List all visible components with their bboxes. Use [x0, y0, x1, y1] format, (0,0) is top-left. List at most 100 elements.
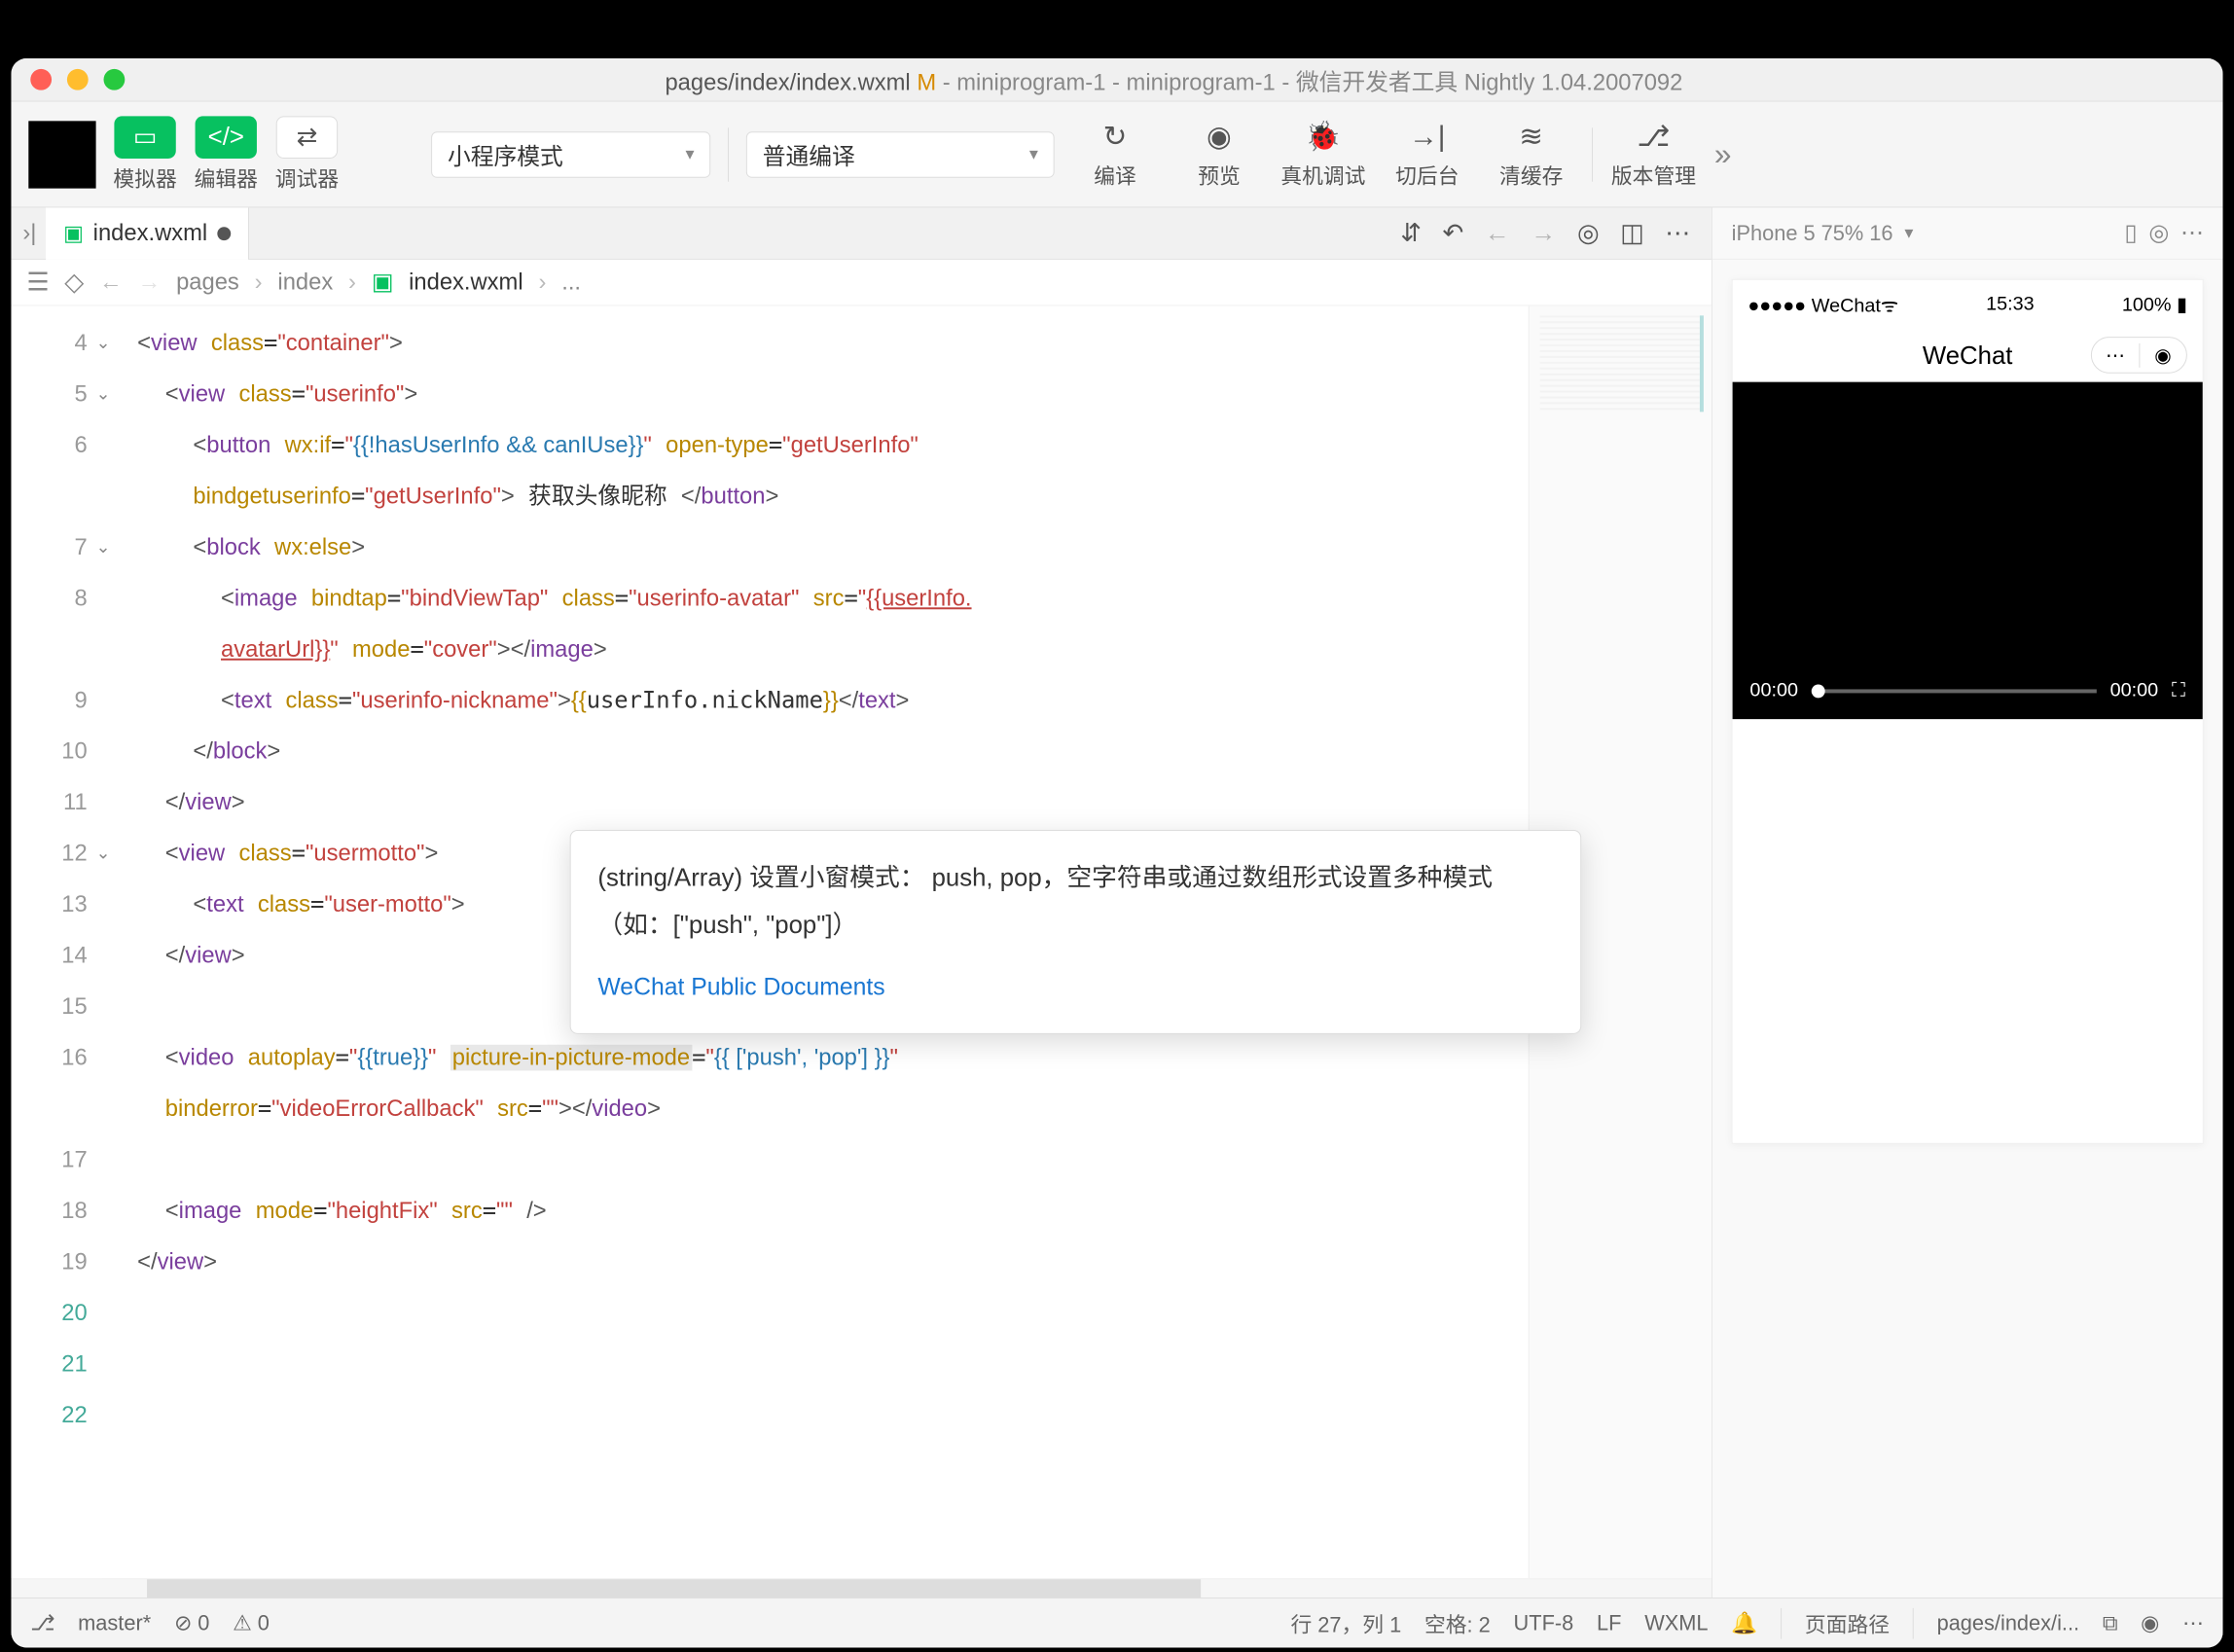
simulator-header: iPhone 5 75% 16 ▾ ▯ ◎ ⋯: [1712, 207, 2223, 259]
indent-setting[interactable]: 空格: 2: [1424, 1607, 1491, 1638]
device-select[interactable]: iPhone 5 75% 16: [1732, 221, 1893, 246]
bookmark-icon[interactable]: ◇: [64, 268, 84, 298]
fold-icon[interactable]: ⌄: [96, 317, 111, 368]
fullscreen-icon[interactable]: ⛶: [2172, 680, 2185, 702]
debugger-button[interactable]: ⇄ 调试器: [275, 116, 339, 193]
preview-button[interactable]: ◉ 预览: [1175, 119, 1262, 190]
simulator-label: 模拟器: [113, 162, 176, 193]
close-icon[interactable]: [30, 69, 52, 90]
battery-icon: ▮: [2177, 294, 2187, 315]
revert-icon[interactable]: ↶: [1443, 218, 1464, 248]
compile-select-value: 普通编译: [763, 137, 855, 171]
eol[interactable]: LF: [1597, 1610, 1621, 1635]
git-branch[interactable]: master*: [78, 1610, 151, 1635]
phone-icon: ▭: [114, 116, 175, 159]
capsule-menu-icon[interactable]: ⋯: [2092, 343, 2139, 368]
video-seek-track[interactable]: [1812, 689, 2097, 693]
crumb-index[interactable]: index: [277, 269, 333, 296]
clear-cache-button[interactable]: ≋ 清缓存: [1488, 119, 1574, 190]
bell-icon[interactable]: 🔔: [1731, 1610, 1757, 1635]
scrollbar-thumb[interactable]: [147, 1579, 1201, 1598]
more-icon[interactable]: ⋯: [1665, 218, 1690, 248]
crumb-pages[interactable]: pages: [176, 269, 239, 296]
mode-select[interactable]: 小程序模式 ▾: [431, 131, 710, 178]
crumb-more[interactable]: ...: [561, 269, 581, 296]
forward-icon[interactable]: →: [1531, 218, 1556, 248]
separator: [1781, 1607, 1782, 1638]
forward-arrow-icon[interactable]: →: [137, 269, 161, 296]
tooltip-body: (string/Array) 设置小窗模式： push, pop，空字符串或通过…: [597, 854, 1553, 950]
window-title: pages/index/index.wxml M - miniprogram-1…: [144, 62, 2204, 96]
more-icon[interactable]: ⋯: [2182, 1610, 2204, 1635]
copy-icon[interactable]: ⧉: [2103, 1610, 2118, 1635]
warnings-indicator[interactable]: ⚠ 0: [233, 1610, 270, 1635]
simulator-panel: iPhone 5 75% 16 ▾ ▯ ◎ ⋯ ●●●●● WeChatᯤ 15…: [1712, 207, 2223, 1598]
more-icon[interactable]: ⋯: [2180, 219, 2204, 247]
video-player[interactable]: 00:00 00:00 ⛶: [1733, 382, 2203, 720]
video-time-total: 00:00: [2110, 680, 2159, 702]
file-icon: ▣: [63, 221, 84, 246]
compare-icon[interactable]: ⇵: [1400, 218, 1422, 248]
eye-icon: ◉: [1207, 119, 1232, 156]
capsule: ⋯ ◉: [2091, 337, 2187, 374]
version-button[interactable]: ⎇ 版本管理: [1610, 119, 1697, 190]
seek-handle[interactable]: [1812, 684, 1825, 698]
capsule-close-icon[interactable]: ◉: [2139, 343, 2186, 368]
branch-icon[interactable]: ⎇: [30, 1610, 54, 1635]
maximize-icon[interactable]: [104, 69, 126, 90]
language-mode[interactable]: WXML: [1644, 1610, 1708, 1635]
encoding[interactable]: UTF-8: [1514, 1610, 1574, 1635]
tooltip-doc-link[interactable]: WeChat Public Documents: [597, 964, 1553, 1010]
device-debug-label: 真机调试: [1280, 159, 1365, 190]
device-debug-button[interactable]: 🐞 真机调试: [1279, 119, 1366, 190]
target-icon[interactable]: ◎: [2148, 219, 2169, 247]
code-editor[interactable]: 4⌄ 5⌄ 6 7⌄ 8 9 10 11 12⌄ 13 14 15 16: [11, 305, 1711, 1578]
page-path[interactable]: pages/index/i...: [1937, 1610, 2080, 1635]
errors-indicator[interactable]: ⊘ 0: [174, 1610, 209, 1635]
editor-label: 编辑器: [195, 162, 258, 193]
horizontal-scrollbar[interactable]: [11, 1578, 1711, 1598]
compile-button[interactable]: ↻ 编译: [1072, 119, 1159, 190]
code-icon: </>: [196, 116, 257, 159]
more-icon[interactable]: »: [1714, 136, 1732, 172]
tab-index-wxml[interactable]: ▣ index.wxml: [46, 207, 248, 259]
crumb-file[interactable]: index.wxml: [409, 269, 523, 296]
mode-select-value: 小程序模式: [448, 137, 563, 171]
device-icon[interactable]: ▯: [2124, 219, 2137, 247]
separator: [1913, 1607, 1914, 1638]
title-project2: miniprogram-1: [1127, 69, 1276, 95]
back-icon[interactable]: ←: [1485, 218, 1510, 248]
sidebar-toggle-icon[interactable]: ›|: [22, 220, 36, 247]
fold-icon[interactable]: ⌄: [96, 828, 111, 879]
eye-icon[interactable]: ◉: [2141, 1610, 2159, 1635]
app-icon: [28, 121, 95, 188]
exit-icon: →|: [1409, 119, 1445, 156]
split-icon[interactable]: ◫: [1620, 218, 1643, 248]
debugger-label: 调试器: [275, 162, 339, 193]
fold-icon[interactable]: ⌄: [96, 369, 111, 419]
compass-icon[interactable]: ◎: [1577, 218, 1599, 248]
separator: [728, 127, 729, 181]
back-arrow-icon[interactable]: ←: [99, 269, 123, 296]
title-project: miniprogram-1: [956, 69, 1105, 95]
chevron-down-icon: ▾: [685, 144, 694, 164]
status-time: 15:33: [1986, 293, 2035, 315]
minimize-icon[interactable]: [67, 69, 89, 90]
nav-bar: WeChat ⋯ ◉: [1733, 328, 2203, 381]
editor-button[interactable]: </> 编辑器: [195, 116, 258, 193]
bug-icon: 🐞: [1305, 119, 1341, 156]
cursor-position[interactable]: 行 27，列 1: [1290, 1607, 1401, 1638]
file-icon: ▣: [372, 269, 393, 297]
wifi-icon: ᯤ: [1881, 295, 1898, 316]
compile-select[interactable]: 普通编译 ▾: [746, 131, 1055, 178]
title-app: 微信开发者工具 Nightly 1.04.2007092: [1296, 69, 1683, 95]
simulator-button[interactable]: ▭ 模拟器: [113, 116, 176, 193]
list-icon[interactable]: ☰: [26, 268, 49, 298]
background-button[interactable]: →| 切后台: [1384, 119, 1470, 190]
refresh-icon: ↻: [1103, 119, 1128, 156]
sim-content: [1733, 719, 2203, 1143]
fold-icon[interactable]: ⌄: [96, 521, 111, 572]
nav-title: WeChat: [1923, 341, 2013, 371]
gutter: 4⌄ 5⌄ 6 7⌄ 8 9 10 11 12⌄ 13 14 15 16: [11, 305, 102, 1578]
modified-dot-icon: [217, 227, 231, 240]
